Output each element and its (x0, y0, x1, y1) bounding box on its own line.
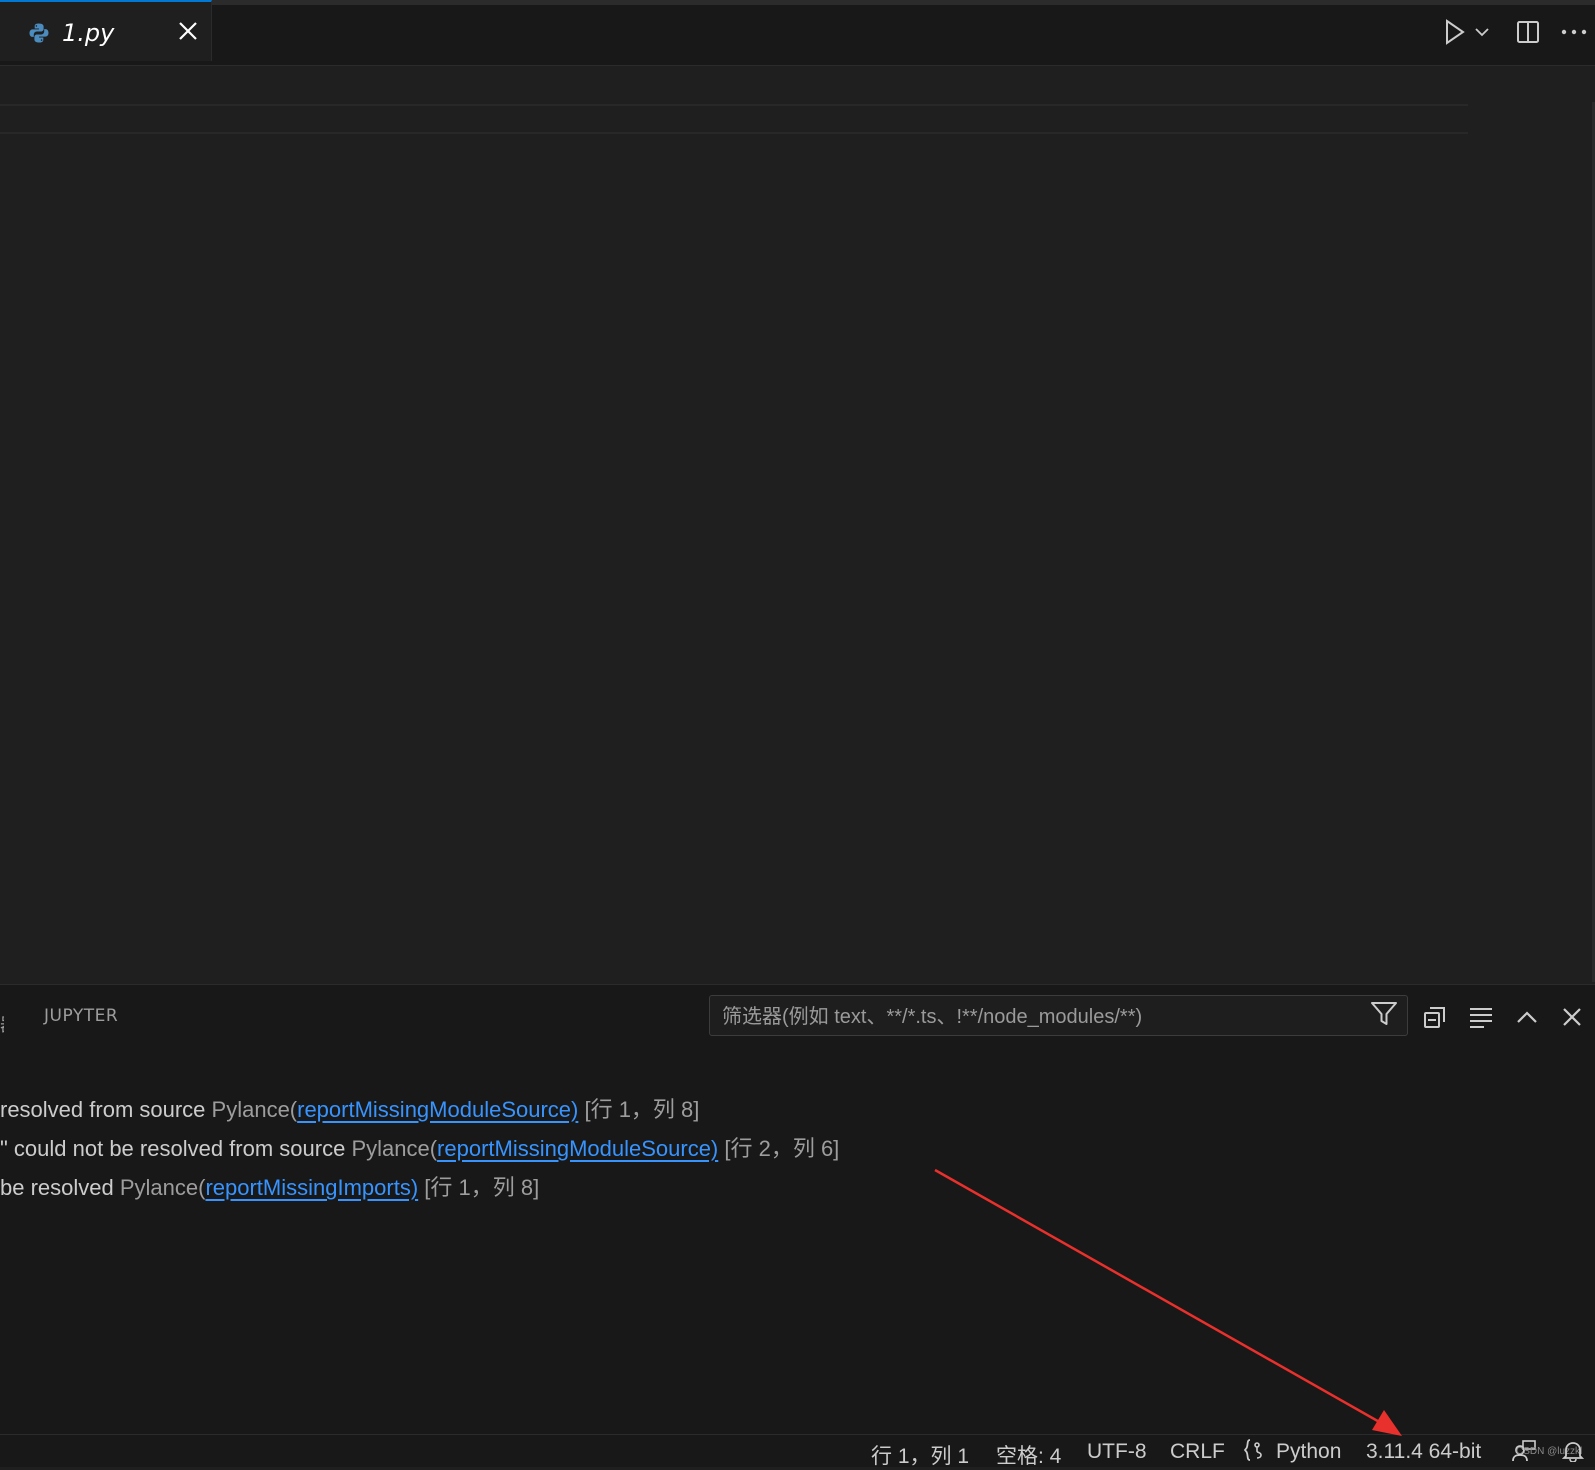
braces-icon[interactable] (1243, 1438, 1267, 1468)
split-editor-button[interactable] (1512, 16, 1544, 48)
panel-tab-partial[interactable]: 器 (0, 1011, 4, 1037)
filter-input[interactable] (720, 1002, 1344, 1032)
problem-message: be resolved (0, 1175, 120, 1200)
tab-jupyter[interactable]: JUPYTER (44, 1006, 118, 1026)
chevron-down-icon (1475, 28, 1489, 37)
current-line-highlight (0, 104, 1468, 134)
problem-item[interactable]: resolved from source Pylance(reportMissi… (0, 1092, 699, 1124)
problem-source: Pylance( (211, 1097, 298, 1122)
problem-position: [行 1，列 8] (578, 1097, 700, 1122)
problem-position: [行 1，列 8] (418, 1175, 540, 1200)
problem-source: Pylance( (351, 1136, 438, 1161)
problem-code-link[interactable]: reportMissingImports) (205, 1175, 418, 1200)
status-eol[interactable]: CRLF (1170, 1440, 1225, 1464)
problem-code-link[interactable]: reportMissingModuleSource) (437, 1136, 718, 1161)
chevron-up-icon (1517, 1011, 1537, 1023)
run-python-file-button[interactable] (1440, 16, 1470, 48)
problem-message: resolved from source (0, 1097, 212, 1122)
more-actions-button[interactable] (1558, 16, 1590, 48)
close-panel-button[interactable] (1557, 1002, 1587, 1032)
word-wrap-icon (1470, 1008, 1492, 1028)
status-python-interpreter[interactable]: 3.11.4 64-bit (1366, 1440, 1481, 1464)
editor-tab-1py[interactable]: 1.py (0, 0, 212, 61)
python-icon (28, 22, 50, 48)
run-options-dropdown[interactable] (1472, 16, 1492, 48)
problems-panel (0, 984, 1595, 1434)
collapse-all-icon (1424, 1007, 1445, 1028)
problem-item[interactable]: " could not be resolved from source Pyla… (0, 1131, 839, 1163)
status-encoding[interactable]: UTF-8 (1087, 1440, 1147, 1464)
problems-filter[interactable] (709, 995, 1408, 1036)
maximize-panel-button[interactable] (1512, 1002, 1542, 1032)
problem-message: " could not be resolved from source (0, 1136, 352, 1161)
ellipsis-icon (1561, 29, 1587, 35)
problem-item[interactable]: be resolved Pylance(reportMissingImports… (0, 1170, 539, 1202)
status-language-mode[interactable]: Python (1276, 1440, 1341, 1464)
problem-code-link[interactable]: reportMissingModuleSource) (297, 1097, 578, 1122)
status-bar: 行 1，列 1 空格: 4 UTF-8 CRLF Python 3.11.4 6… (0, 1434, 1595, 1470)
tab-label: 1.py (62, 19, 115, 47)
split-editor-icon (1517, 21, 1539, 43)
toggle-word-wrap-button[interactable] (1466, 1002, 1496, 1032)
problem-source: Pylance( (119, 1175, 206, 1200)
collapse-all-button[interactable] (1420, 1002, 1450, 1032)
editor-tab-bar (0, 0, 1595, 66)
close-icon[interactable] (176, 19, 200, 43)
filter-icon[interactable] (1370, 1001, 1398, 1031)
code-editor[interactable] (0, 66, 1595, 984)
bell-icon[interactable] (1561, 1440, 1585, 1468)
status-indentation[interactable]: 空格: 4 (996, 1440, 1061, 1470)
close-icon (1563, 1008, 1581, 1026)
problem-position: [行 2，列 6] (718, 1136, 840, 1161)
play-icon (1446, 19, 1465, 45)
status-cursor-position[interactable]: 行 1，列 1 (871, 1440, 969, 1470)
